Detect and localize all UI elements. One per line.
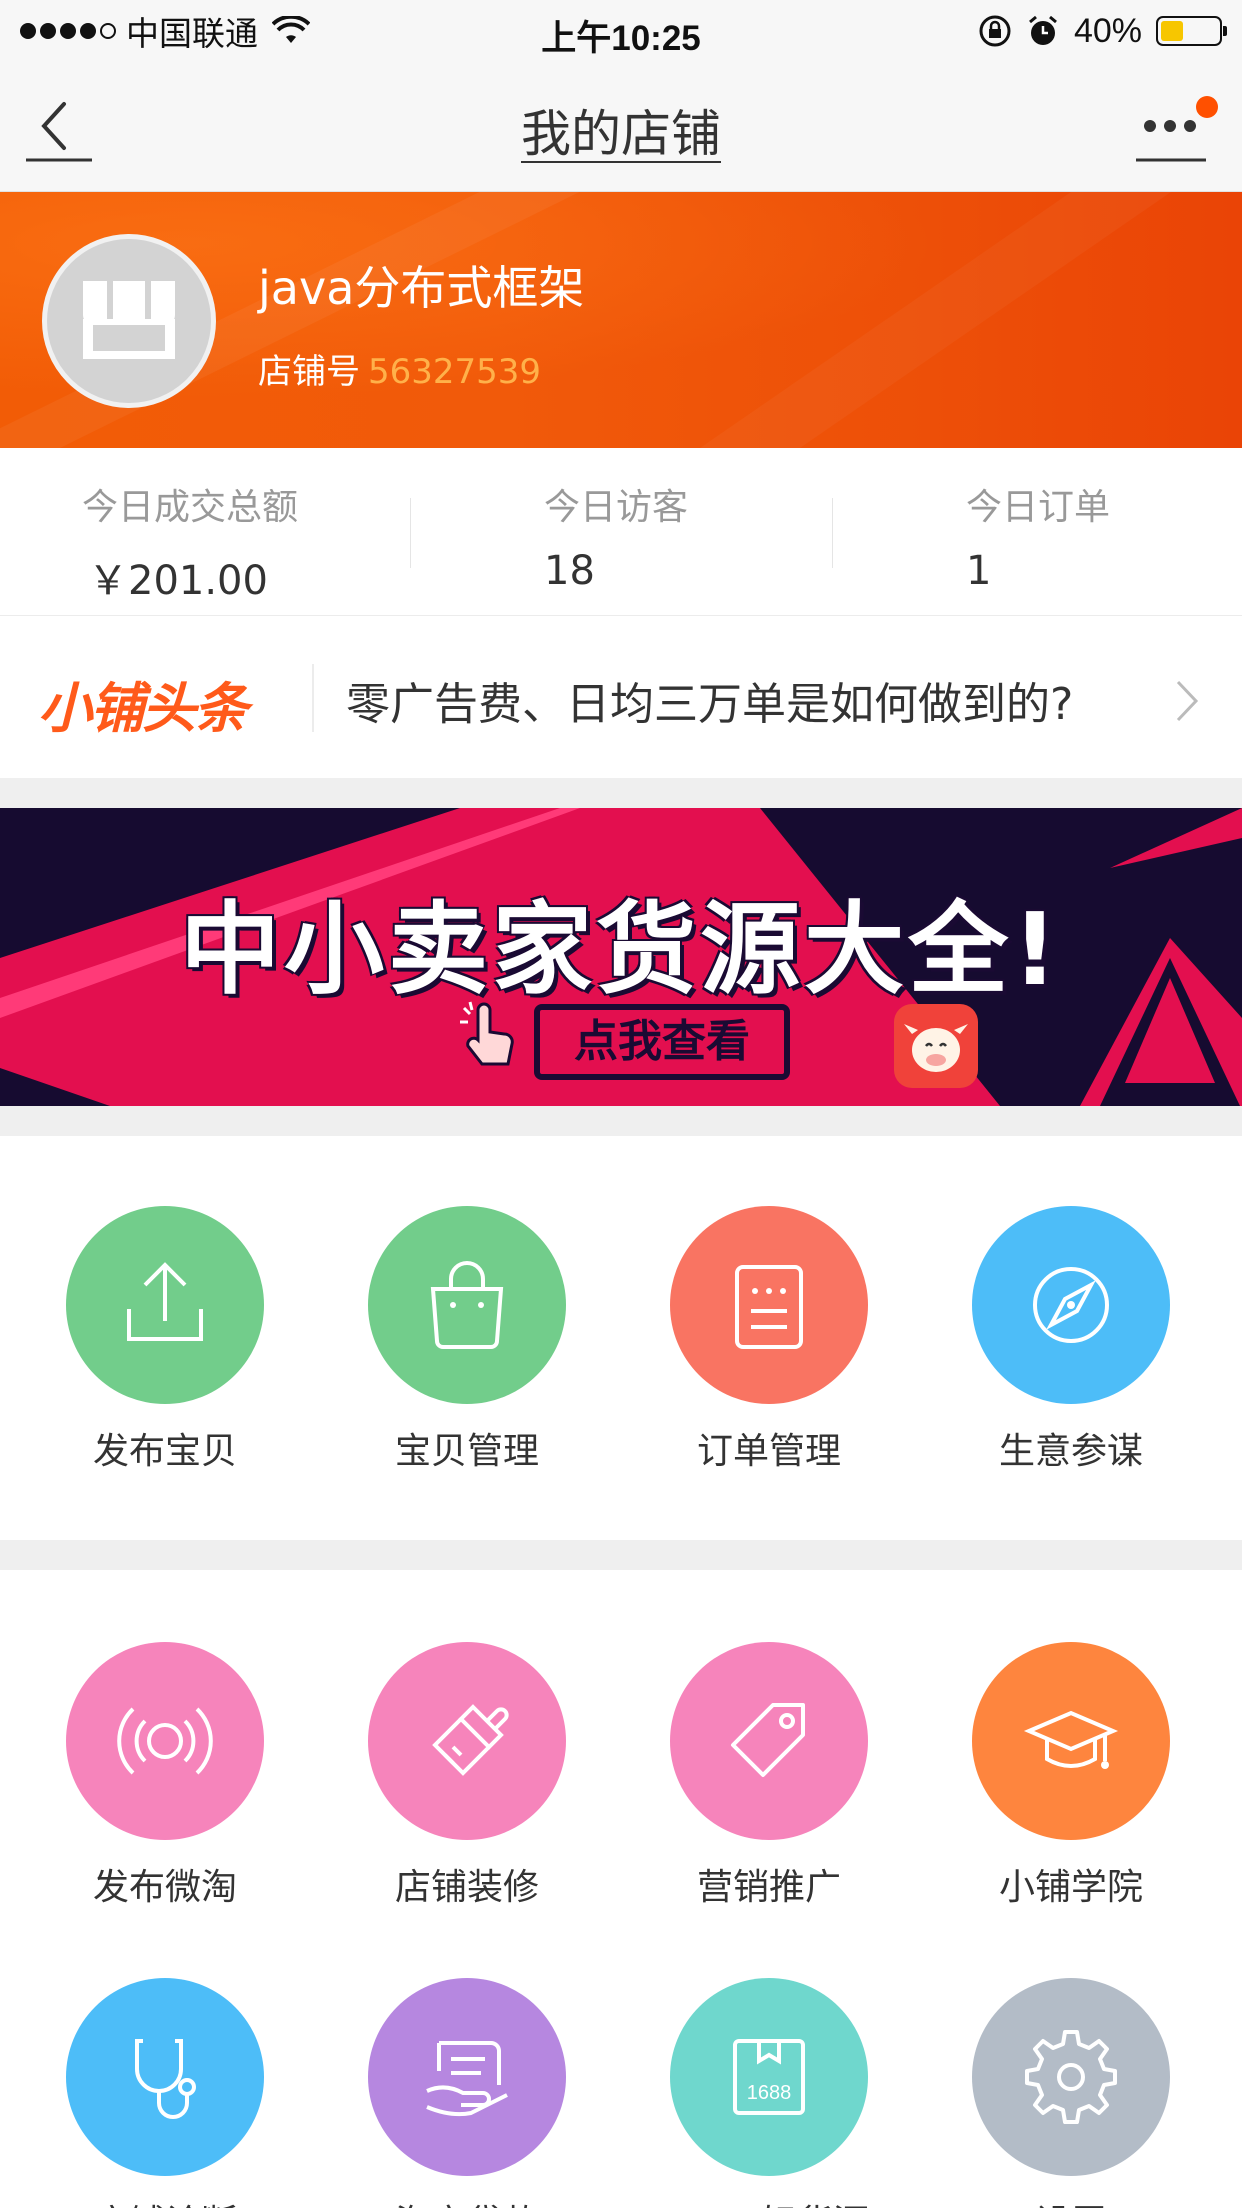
tool-marketing-item[interactable]: 营销推广 (618, 1642, 920, 1910)
tool-weitao-item[interactable]: 发布微淘 (14, 1642, 316, 1910)
shop-logo-icon (83, 279, 175, 359)
tool-icon-circle (670, 1642, 868, 1840)
chevron-right-icon (1176, 680, 1199, 722)
status-bar: 中国联通 上午10:25 40% (0, 0, 1242, 62)
tool-goods-item[interactable]: 宝贝管理 (316, 1206, 618, 1474)
upload-icon (127, 1262, 203, 1341)
divider (312, 664, 314, 732)
stethoscope-icon (135, 2039, 196, 2119)
shop-id-label: 店铺号 (258, 352, 360, 392)
more-tools-grid: 发布微淘 店铺装修 营销推广 小铺学院 1688 (0, 1570, 1242, 2208)
stat-value: ￥201.00 (88, 558, 268, 604)
tool-icon-circle (368, 1642, 566, 1840)
broadcast-icon (117, 1707, 213, 1775)
stat-orders[interactable]: 今日订单 1 (966, 478, 1110, 594)
stat-label: 今日访客 (544, 487, 689, 528)
stat-sales[interactable]: 今日成交总额 ￥201.00 (82, 478, 298, 606)
shop-avatar[interactable] (42, 234, 216, 408)
gear-icon (1025, 2030, 1117, 2124)
bag-icon (430, 1261, 504, 1349)
banner-title: 中小卖家货源大全! (180, 891, 1062, 1008)
tool-label: 营销推广 (696, 1867, 841, 1908)
tool-diagnosis-item[interactable]: 店铺诊断 (14, 1978, 316, 2208)
tool-analytics-item[interactable]: 生意参谋 (920, 1206, 1222, 1474)
pointing-hand-icon (460, 1001, 514, 1066)
more-button[interactable] (1136, 96, 1218, 162)
battery-icon (1156, 16, 1227, 46)
stat-label: 今日订单 (966, 487, 1111, 528)
headline-logo: 小铺头条 (38, 677, 248, 740)
tool-icon-circle (66, 1206, 264, 1404)
notification-badge (1196, 96, 1218, 118)
tool-label: 1688好货源 (618, 2194, 920, 2208)
tool-decorate-item[interactable]: 店铺装修 (316, 1642, 618, 1910)
primary-tools-grid: 发布宝贝 宝贝管理 订单管理 生意参谋 (0, 1136, 1242, 1540)
tool-loan-item[interactable]: 淘宝贷款 (316, 1978, 618, 2208)
nav-bar: 我的店铺 (0, 62, 1242, 192)
tool-label: 发布宝贝 (92, 1431, 237, 1472)
tool-label: 店铺装修 (394, 1867, 539, 1908)
compass-icon (1033, 1267, 1109, 1343)
shop-header[interactable]: java分布式框架 店铺号 56327539 (0, 192, 1242, 448)
banner-cta-button[interactable]: 点我查看 (534, 1004, 790, 1080)
shop-name: java分布式框架 (258, 261, 585, 315)
headline-text[interactable]: 零广告费、日均三万单是如何做到的? (346, 668, 1073, 732)
today-stats: 今日成交总额 ￥201.00 今日访客 18 今日订单 1 (0, 448, 1242, 616)
tool-label: 淘宝贷款 (316, 2194, 618, 2208)
tool-icon-circle (670, 1206, 868, 1404)
alarm-icon (1028, 15, 1057, 45)
cow-mascot-icon (894, 1004, 978, 1088)
tool-label: 店铺诊断 (14, 2194, 316, 2208)
page-title: 我的店铺 (521, 105, 721, 163)
order-list-icon (735, 1265, 803, 1349)
tool-label: 设置 (920, 2194, 1222, 2208)
tool-1688-item[interactable]: 1688 1688好货源 (618, 1978, 920, 2208)
tool-icon-circle (66, 1978, 264, 2176)
stat-label: 今日成交总额 (82, 487, 299, 528)
tool-orders-item[interactable]: 订单管理 (618, 1206, 920, 1474)
tool-label: 订单管理 (696, 1431, 841, 1472)
paint-brush-icon (432, 1704, 509, 1776)
tool-label: 发布微淘 (92, 1867, 237, 1908)
tool-icon-circle (972, 1206, 1170, 1404)
tool-icon-circle (368, 1978, 566, 2176)
battery-percent: 40% (1073, 11, 1142, 50)
tool-label: 小铺学院 (998, 1867, 1143, 1908)
box-text: 1688 (747, 2082, 792, 2104)
tool-icon-circle (66, 1642, 264, 1840)
tool-icon-circle (972, 1642, 1170, 1840)
tool-label: 宝贝管理 (394, 1431, 539, 1472)
divider (410, 498, 411, 568)
rotation-lock-icon (979, 15, 1011, 47)
stat-value: 1 (966, 548, 992, 594)
tool-academy-item[interactable]: 小铺学院 (920, 1642, 1222, 1910)
stat-visitors[interactable]: 今日访客 18 (544, 478, 688, 594)
graduation-cap-icon (1023, 1710, 1119, 1769)
1688-box-icon: 1688 (733, 2039, 805, 2115)
tool-settings-item[interactable]: 设置 (920, 1978, 1222, 2208)
tool-icon-circle (368, 1206, 566, 1404)
promo-banner[interactable]: 中小卖家货源大全! 点我查看 (0, 808, 1242, 1106)
shop-id-row: 店铺号 56327539 (258, 344, 541, 393)
stat-value: 18 (544, 548, 595, 594)
tool-icon-circle (972, 1978, 1170, 2176)
tool-publish-item[interactable]: 发布宝贝 (14, 1206, 316, 1474)
headline-news[interactable]: 小铺头条 零广告费、日均三万单是如何做到的? (0, 616, 1242, 778)
tool-label: 生意参谋 (998, 1431, 1143, 1472)
divider (832, 498, 833, 568)
hand-cash-icon (426, 2041, 508, 2117)
tool-icon-circle: 1688 (670, 1978, 868, 2176)
tag-icon (731, 1703, 805, 1777)
shop-id-value: 56327539 (368, 352, 542, 392)
